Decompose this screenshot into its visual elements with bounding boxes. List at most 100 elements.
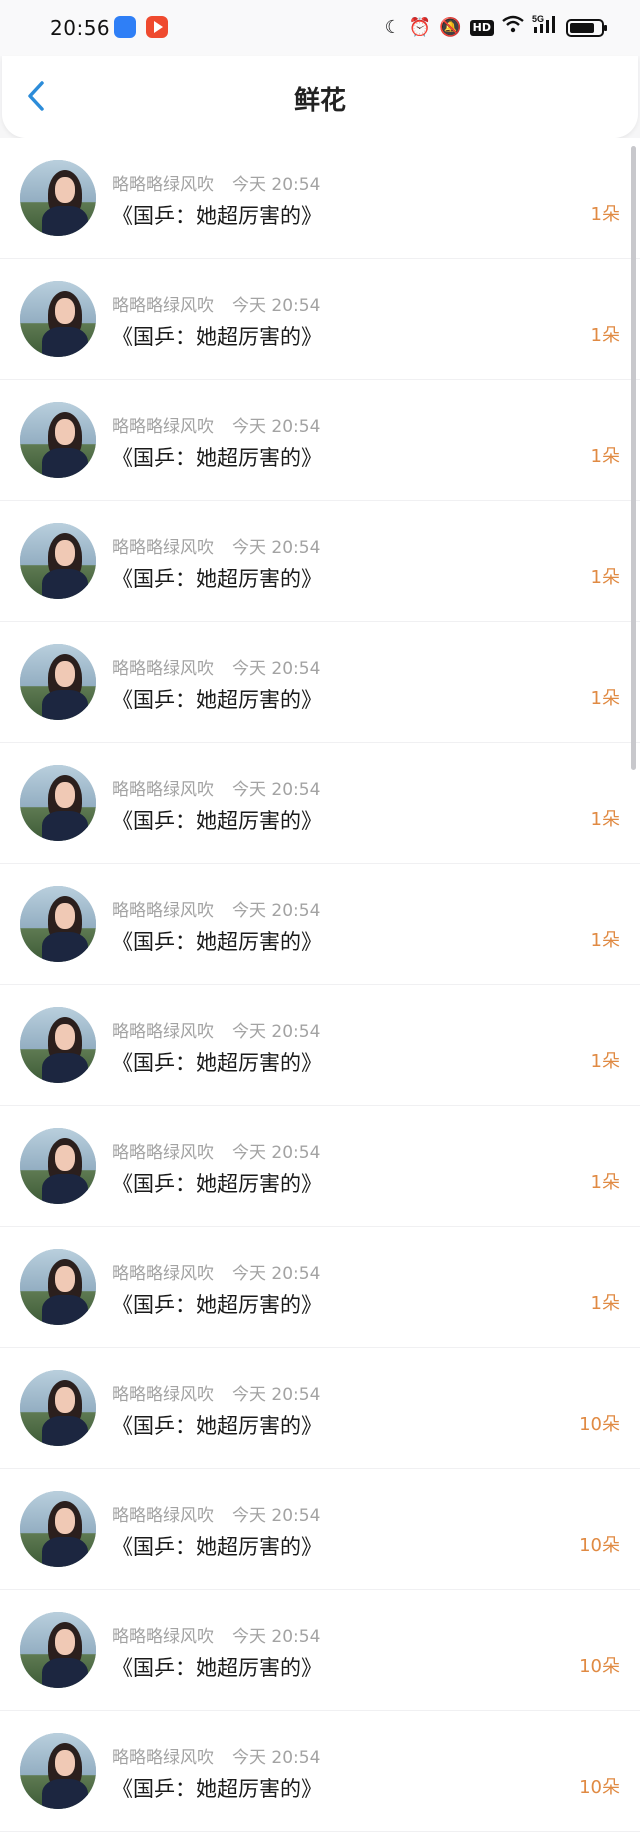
avatar[interactable] bbox=[20, 1249, 96, 1325]
status-icons: ☾ ⏰ 🔕 HD 5G bbox=[385, 14, 607, 41]
avatar[interactable] bbox=[20, 1612, 96, 1688]
avatar[interactable] bbox=[20, 765, 96, 841]
sender-name: 略略略绿风吹 bbox=[112, 1627, 214, 1647]
sender-name: 略略略绿风吹 bbox=[112, 1385, 214, 1405]
battery-icon bbox=[566, 18, 607, 37]
sender-name: 略略略绿风吹 bbox=[112, 659, 214, 679]
timestamp: 今天 20:54 bbox=[232, 175, 321, 195]
avatar[interactable] bbox=[20, 644, 96, 720]
item-title: 《国乒：她超厉害的》 bbox=[112, 1293, 322, 1317]
video-app-icon bbox=[146, 16, 168, 38]
list-item[interactable]: 略略略绿风吹 今天 20:54 《国乒：她超厉害的》 1朵 bbox=[0, 501, 640, 622]
item-title: 《国乒：她超厉害的》 bbox=[112, 1172, 322, 1196]
avatar[interactable] bbox=[20, 160, 96, 236]
item-title: 《国乒：她超厉害的》 bbox=[112, 1414, 322, 1438]
sender-meta: 略略略绿风吹 今天 20:54 bbox=[112, 1501, 320, 1526]
page-title: 鲜花 bbox=[293, 86, 346, 116]
wifi-icon bbox=[502, 15, 524, 40]
timestamp: 今天 20:54 bbox=[232, 1022, 321, 1042]
flower-count: 1朵 bbox=[590, 1172, 620, 1193]
list-item[interactable]: 略略略绿风吹 今天 20:54 《国乒：她超厉害的》 1朵 bbox=[0, 259, 640, 380]
app-notification-icon bbox=[114, 16, 136, 38]
item-title: 《国乒：她超厉害的》 bbox=[112, 1535, 322, 1559]
timestamp: 今天 20:54 bbox=[232, 538, 321, 558]
list-item[interactable]: 略略略绿风吹 今天 20:54 《国乒：她超厉害的》 1朵 bbox=[0, 743, 640, 864]
sender-name: 略略略绿风吹 bbox=[112, 296, 214, 316]
sender-meta: 略略略绿风吹 今天 20:54 bbox=[112, 1622, 320, 1647]
list-item[interactable]: 略略略绿风吹 今天 20:54 《国乒：她超厉害的》 10朵 bbox=[0, 1590, 640, 1711]
list-item[interactable]: 略略略绿风吹 今天 20:54 《国乒：她超厉害的》 1朵 bbox=[0, 864, 640, 985]
list-item[interactable]: 略略略绿风吹 今天 20:54 《国乒：她超厉害的》 1朵 bbox=[0, 1106, 640, 1227]
status-time: 20:56 bbox=[50, 16, 111, 40]
sender-name: 略略略绿风吹 bbox=[112, 538, 214, 558]
flower-count: 1朵 bbox=[590, 1293, 620, 1314]
list-item[interactable]: 略略略绿风吹 今天 20:54 《国乒：她超厉害的》 1朵 bbox=[0, 1227, 640, 1348]
timestamp: 今天 20:54 bbox=[232, 417, 321, 437]
avatar[interactable] bbox=[20, 1007, 96, 1083]
flower-count: 1朵 bbox=[590, 1051, 620, 1072]
timestamp: 今天 20:54 bbox=[232, 296, 321, 316]
sender-name: 略略略绿风吹 bbox=[112, 1143, 214, 1163]
list-item[interactable]: 略略略绿风吹 今天 20:54 《国乒：她超厉害的》 10朵 bbox=[0, 1711, 640, 1832]
avatar[interactable] bbox=[20, 523, 96, 599]
sender-name: 略略略绿风吹 bbox=[112, 417, 214, 437]
status-bar: 20:56 ☾ ⏰ 🔕 HD 5G bbox=[0, 0, 640, 56]
list-item[interactable]: 略略略绿风吹 今天 20:54 《国乒：她超厉害的》 1朵 bbox=[0, 138, 640, 259]
flower-count: 1朵 bbox=[590, 930, 620, 951]
item-title: 《国乒：她超厉害的》 bbox=[112, 204, 322, 228]
item-title: 《国乒：她超厉害的》 bbox=[112, 1051, 322, 1075]
avatar[interactable] bbox=[20, 1491, 96, 1567]
flower-count: 1朵 bbox=[590, 567, 620, 588]
item-title: 《国乒：她超厉害的》 bbox=[112, 1777, 322, 1801]
flower-count: 1朵 bbox=[590, 325, 620, 346]
sender-meta: 略略略绿风吹 今天 20:54 bbox=[112, 1017, 320, 1042]
sender-name: 略略略绿风吹 bbox=[112, 175, 214, 195]
flower-count: 10朵 bbox=[579, 1777, 620, 1798]
item-title: 《国乒：她超厉害的》 bbox=[112, 567, 322, 591]
alarm-icon: ⏰ bbox=[408, 16, 432, 38]
sender-name: 略略略绿风吹 bbox=[112, 1022, 214, 1042]
flower-count: 10朵 bbox=[579, 1414, 620, 1435]
list-item[interactable]: 略略略绿风吹 今天 20:54 《国乒：她超厉害的》 10朵 bbox=[0, 1348, 640, 1469]
flower-count: 10朵 bbox=[579, 1535, 620, 1556]
avatar[interactable] bbox=[20, 1128, 96, 1204]
list-item[interactable]: 略略略绿风吹 今天 20:54 《国乒：她超厉害的》 1朵 bbox=[0, 622, 640, 743]
sender-name: 略略略绿风吹 bbox=[112, 1748, 214, 1768]
timestamp: 今天 20:54 bbox=[232, 901, 321, 921]
avatar[interactable] bbox=[20, 1370, 96, 1446]
avatar[interactable] bbox=[20, 281, 96, 357]
sender-name: 略略略绿风吹 bbox=[112, 1506, 214, 1526]
item-title: 《国乒：她超厉害的》 bbox=[112, 446, 322, 470]
item-title: 《国乒：她超厉害的》 bbox=[112, 1656, 322, 1680]
item-title: 《国乒：她超厉害的》 bbox=[112, 809, 322, 833]
flower-count: 1朵 bbox=[590, 809, 620, 830]
timestamp: 今天 20:54 bbox=[232, 1506, 321, 1526]
flower-record-list: 略略略绿风吹 今天 20:54 《国乒：她超厉害的》 1朵 略略略绿风吹 今天 20:54… bbox=[0, 138, 640, 1832]
scrollbar[interactable] bbox=[631, 146, 636, 770]
avatar[interactable] bbox=[20, 402, 96, 478]
sender-meta: 略略略绿风吹 今天 20:54 bbox=[112, 1380, 320, 1405]
sender-meta: 略略略绿风吹 今天 20:54 bbox=[112, 291, 320, 316]
item-title: 《国乒：她超厉害的》 bbox=[112, 325, 322, 349]
avatar[interactable] bbox=[20, 886, 96, 962]
sender-meta: 略略略绿风吹 今天 20:54 bbox=[112, 1743, 320, 1768]
timestamp: 今天 20:54 bbox=[232, 659, 321, 679]
hd-icon: HD bbox=[469, 19, 494, 36]
flower-count: 1朵 bbox=[590, 446, 620, 467]
sender-name: 略略略绿风吹 bbox=[112, 780, 214, 800]
sender-meta: 略略略绿风吹 今天 20:54 bbox=[112, 170, 320, 195]
list-item[interactable]: 略略略绿风吹 今天 20:54 《国乒：她超厉害的》 1朵 bbox=[0, 985, 640, 1106]
5g-signal-icon: 5G bbox=[532, 14, 558, 41]
sender-name: 略略略绿风吹 bbox=[112, 1264, 214, 1284]
navigation-header: 鲜花 bbox=[2, 56, 638, 138]
mute-icon: 🔕 bbox=[439, 16, 462, 38]
item-title: 《国乒：她超厉害的》 bbox=[112, 930, 322, 954]
avatar[interactable] bbox=[20, 1733, 96, 1809]
timestamp: 今天 20:54 bbox=[232, 780, 321, 800]
flower-count: 1朵 bbox=[590, 204, 620, 225]
list-item[interactable]: 略略略绿风吹 今天 20:54 《国乒：她超厉害的》 10朵 bbox=[0, 1469, 640, 1590]
list-item[interactable]: 略略略绿风吹 今天 20:54 《国乒：她超厉害的》 1朵 bbox=[0, 380, 640, 501]
item-title: 《国乒：她超厉害的》 bbox=[112, 688, 322, 712]
network-label: 5G bbox=[532, 14, 544, 24]
timestamp: 今天 20:54 bbox=[232, 1748, 321, 1768]
